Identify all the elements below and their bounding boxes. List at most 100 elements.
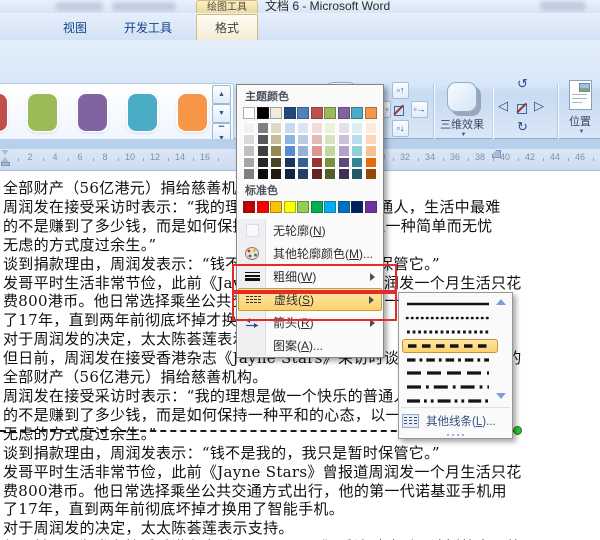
right-indent-marker[interactable] (492, 150, 501, 158)
threed-effects-button[interactable]: 三维效果 ▼ (437, 82, 487, 138)
tint-color-swatch[interactable] (270, 168, 282, 180)
tint-color-swatch[interactable] (297, 134, 309, 146)
shape-endpoint-handle[interactable] (513, 426, 522, 435)
dash-style-option-round-dot[interactable] (402, 311, 498, 325)
standard-color-swatch[interactable] (324, 201, 336, 213)
theme-color-swatch[interactable] (297, 107, 309, 119)
tint-color-swatch[interactable] (243, 157, 255, 169)
tint-color-swatch[interactable] (284, 168, 296, 180)
tint-color-swatch[interactable] (284, 145, 296, 157)
dash-style-option-dash[interactable] (402, 339, 498, 353)
tint-color-swatch[interactable] (351, 122, 363, 134)
nudge-shadow-up-button[interactable]: ▫↑ (392, 82, 409, 99)
standard-color-swatch[interactable] (243, 201, 255, 213)
menu-item-no-outline[interactable]: 无轮廓(N) (238, 219, 382, 242)
submenu-scroll-down-icon[interactable] (496, 393, 506, 399)
more-lines-item[interactable]: 其他线条(L)... (402, 411, 509, 431)
theme-color-swatch[interactable] (338, 107, 350, 119)
tint-color-swatch[interactable] (270, 122, 282, 134)
standard-color-swatch[interactable] (338, 201, 350, 213)
tint-color-swatch[interactable] (257, 134, 269, 146)
tint-color-swatch[interactable] (243, 145, 255, 157)
threed-on-off-button[interactable] (517, 101, 527, 119)
tint-color-swatch[interactable] (365, 122, 377, 134)
tint-color-swatch[interactable] (270, 157, 282, 169)
tint-color-swatch[interactable] (324, 145, 336, 157)
tab-developer[interactable]: 开发工具 (106, 17, 190, 39)
tab-format[interactable]: 格式 (196, 14, 258, 40)
tint-color-swatch[interactable] (351, 168, 363, 180)
tint-color-swatch[interactable] (297, 145, 309, 157)
standard-color-swatch[interactable] (311, 201, 323, 213)
menu-item-dashes[interactable]: 虚线(S) (238, 288, 382, 311)
theme-color-swatch[interactable] (311, 107, 323, 119)
tint-color-swatch[interactable] (324, 157, 336, 169)
tint-color-swatch[interactable] (365, 157, 377, 169)
dash-style-option-long-dash-dot[interactable] (402, 380, 498, 394)
theme-color-swatch[interactable] (270, 107, 282, 119)
tint-color-swatch[interactable] (365, 168, 377, 180)
theme-color-swatch[interactable] (284, 107, 296, 119)
theme-color-swatch[interactable] (324, 107, 336, 119)
tint-color-swatch[interactable] (351, 145, 363, 157)
tilt-down-icon[interactable]: ↻ (517, 120, 528, 133)
tint-color-swatch[interactable] (324, 122, 336, 134)
theme-color-swatch[interactable] (351, 107, 363, 119)
nudge-shadow-right-button[interactable]: ▫→ (411, 101, 428, 118)
tint-color-swatch[interactable] (243, 122, 255, 134)
tint-color-swatch[interactable] (324, 168, 336, 180)
tab-view[interactable]: 视图 (48, 17, 102, 39)
gallery-scroll-up-icon[interactable]: ▲ (212, 85, 231, 104)
submenu-scroll-up-icon[interactable] (496, 299, 506, 305)
dash-style-option-long-dash[interactable] (402, 366, 498, 380)
tint-color-swatch[interactable] (351, 134, 363, 146)
tint-color-swatch[interactable] (284, 122, 296, 134)
tint-color-swatch[interactable] (365, 134, 377, 146)
tint-color-swatch[interactable] (270, 145, 282, 157)
tint-color-swatch[interactable] (243, 134, 255, 146)
standard-color-swatch[interactable] (297, 201, 309, 213)
tint-color-swatch[interactable] (311, 157, 323, 169)
tint-color-swatch[interactable] (338, 134, 350, 146)
tint-color-swatch[interactable] (270, 134, 282, 146)
tint-color-swatch[interactable] (284, 157, 296, 169)
shape-style-swatch[interactable] (128, 94, 157, 131)
standard-color-swatch[interactable] (257, 201, 269, 213)
tint-color-swatch[interactable] (297, 168, 309, 180)
menu-item-more-outline-colors[interactable]: 其他轮廓颜色(M)... (238, 242, 382, 265)
tint-color-swatch[interactable] (257, 145, 269, 157)
dash-style-option-solid[interactable] (402, 297, 498, 311)
tint-color-swatch[interactable] (257, 122, 269, 134)
tint-color-swatch[interactable] (338, 122, 350, 134)
tint-color-swatch[interactable] (297, 122, 309, 134)
position-button[interactable]: 位置 ▼ (562, 80, 598, 135)
tint-color-swatch[interactable] (351, 157, 363, 169)
shape-style-swatch[interactable] (178, 94, 207, 131)
standard-color-swatch[interactable] (365, 201, 377, 213)
tint-color-swatch[interactable] (338, 168, 350, 180)
shape-style-swatch[interactable] (28, 94, 57, 131)
theme-color-swatch[interactable] (365, 107, 377, 119)
standard-color-swatch[interactable] (351, 201, 363, 213)
shadow-on-off-button[interactable] (394, 103, 404, 121)
tint-color-swatch[interactable] (243, 168, 255, 180)
tint-color-swatch[interactable] (284, 134, 296, 146)
tilt-left-icon[interactable]: ◁ (498, 99, 508, 112)
tint-color-swatch[interactable] (365, 145, 377, 157)
tint-color-swatch[interactable] (311, 122, 323, 134)
tilt-up-icon[interactable]: ↺ (517, 77, 528, 90)
tint-color-swatch[interactable] (311, 134, 323, 146)
standard-color-swatch[interactable] (270, 201, 282, 213)
tilt-right-icon[interactable]: ▷ (534, 99, 544, 112)
theme-color-swatch[interactable] (257, 107, 269, 119)
tint-color-swatch[interactable] (297, 157, 309, 169)
shape-style-swatch[interactable] (0, 94, 7, 131)
tint-color-swatch[interactable] (324, 134, 336, 146)
tint-color-swatch[interactable] (311, 168, 323, 180)
tint-color-swatch[interactable] (311, 145, 323, 157)
dash-style-option-square-dot[interactable] (402, 325, 498, 339)
menu-item-pattern[interactable]: 图案(A)... (238, 334, 382, 357)
tint-color-swatch[interactable] (338, 157, 350, 169)
dash-style-option-dash-dot[interactable] (402, 353, 498, 367)
tint-color-swatch[interactable] (338, 145, 350, 157)
